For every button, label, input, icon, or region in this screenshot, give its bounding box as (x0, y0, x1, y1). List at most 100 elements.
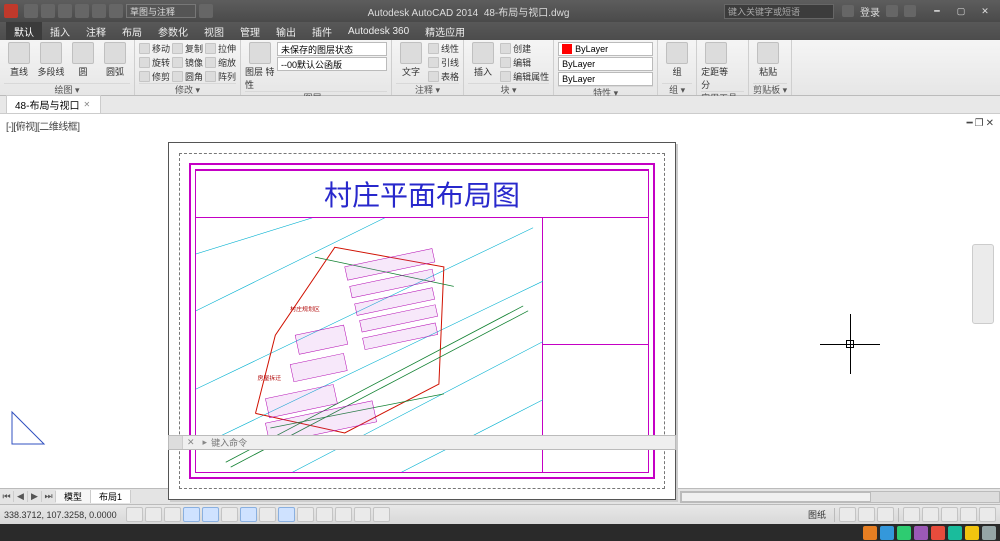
ribbon-tab-4[interactable]: 参数化 (150, 22, 196, 40)
layout-tab-1[interactable]: 布局1 (91, 490, 131, 503)
qprops-icon[interactable] (335, 507, 352, 522)
layerprops-button[interactable]: 图层 特性 (245, 42, 275, 91)
ribbon-tab-0[interactable]: 默认 (6, 22, 42, 40)
help-icon[interactable] (904, 5, 916, 17)
window-maximize-button[interactable]: ▢ (950, 4, 972, 18)
close-icon[interactable]: ✕ (83, 100, 90, 109)
insert-button[interactable]: 插入 (468, 42, 498, 78)
edit-button[interactable]: 编辑 (500, 56, 549, 69)
tray-icon-4[interactable] (931, 526, 945, 540)
leader-button[interactable]: 引线 (428, 56, 459, 69)
ribbon-tab-8[interactable]: 插件 (304, 22, 340, 40)
linear-button[interactable]: 线性 (428, 42, 459, 55)
tpy-icon[interactable] (316, 507, 333, 522)
gridmode-icon[interactable] (145, 507, 162, 522)
tray-icon-7[interactable] (982, 526, 996, 540)
snapmode-icon[interactable] (126, 507, 143, 522)
fillet-button[interactable]: 圆角 (172, 70, 203, 83)
horizontal-scrollbar[interactable] (680, 491, 1000, 503)
tray-icon-1[interactable] (880, 526, 894, 540)
window-close-button[interactable]: ✕ (974, 4, 996, 18)
layout-nav-first-icon[interactable]: ⏮ (0, 491, 14, 502)
tray-icon-6[interactable] (965, 526, 979, 540)
coordinates-readout[interactable]: 338.3712, 107.3258, 0.0000 (4, 510, 124, 520)
3dosnap-icon[interactable] (221, 507, 238, 522)
infocenter-icon[interactable] (842, 5, 854, 17)
measure-button[interactable]: 定距等分 (701, 42, 731, 91)
help-search[interactable]: 键入关键字或短语 (724, 4, 834, 19)
cleanscreen-icon[interactable] (979, 507, 996, 522)
qat-redo-icon[interactable] (92, 4, 106, 18)
viewport-controls[interactable]: [-][俯视][二维线框] (6, 118, 80, 133)
toolbar-lock-icon[interactable] (922, 507, 939, 522)
hardware-icon[interactable] (941, 507, 958, 522)
ribbon-tab-2[interactable]: 注释 (78, 22, 114, 40)
ribbon-tab-1[interactable]: 插入 (42, 22, 78, 40)
ws-switch-icon[interactable] (903, 507, 920, 522)
window-minimize-button[interactable]: ━ (926, 4, 948, 18)
qat-more-icon[interactable] (199, 4, 213, 18)
scale-button[interactable]: 缩放 (205, 56, 236, 69)
layout-nav-prev-icon[interactable]: ◀ (14, 491, 28, 502)
lwt-icon[interactable] (297, 507, 314, 522)
stretch-button[interactable]: 拉伸 (205, 42, 236, 55)
ribbon-tab-5[interactable]: 视图 (196, 22, 232, 40)
table-button[interactable]: 表格 (428, 70, 459, 83)
combo-5-2[interactable]: ByLayer (558, 72, 653, 86)
arc-button[interactable]: 圆弧 (100, 42, 130, 78)
group-button[interactable]: 组 (662, 42, 692, 78)
editattr-button[interactable]: 编辑属性 (500, 70, 549, 83)
ribbon-tab-9[interactable]: Autodesk 360 (340, 22, 417, 40)
workspace[interactable]: [-][俯视][二维线框] ━ ❐ ✕ 村庄平面布局图 (0, 114, 1000, 488)
ucs-icon[interactable] (8, 408, 48, 448)
tray-icon-0[interactable] (863, 526, 877, 540)
move-button[interactable]: 移动 (139, 42, 170, 55)
ribbon-tab-10[interactable]: 精选应用 (417, 22, 473, 40)
qat-save-icon[interactable] (58, 4, 72, 18)
mirror-button[interactable]: 镜像 (172, 56, 203, 69)
text-button[interactable]: 文字 (396, 42, 426, 78)
combo-2-0[interactable]: 未保存的图层状态 (277, 42, 387, 56)
qat-new-icon[interactable] (24, 4, 38, 18)
annomon-icon[interactable] (373, 507, 390, 522)
doc-min-icon[interactable]: ━ (967, 118, 973, 129)
annoauto-icon[interactable] (877, 507, 894, 522)
doc-close-icon[interactable]: ✕ (986, 118, 994, 129)
ducs-icon[interactable] (259, 507, 276, 522)
exchange-icon[interactable] (886, 5, 898, 17)
ribbon-tab-3[interactable]: 布局 (114, 22, 150, 40)
create-button[interactable]: 创建 (500, 42, 549, 55)
layout-nav-next-icon[interactable]: ▶ (28, 491, 42, 502)
osnap-icon[interactable] (202, 507, 219, 522)
drawing-tab[interactable]: 48-布局与视口 ✕ (6, 95, 101, 113)
combo-5-0[interactable]: ByLayer (558, 42, 653, 56)
combo-2-1[interactable]: --00默认公函版 (277, 57, 387, 71)
orthomode-icon[interactable] (164, 507, 181, 522)
layout-nav-last-icon[interactable]: ⏭ (42, 491, 56, 502)
qat-workspace-combo[interactable]: 草图与注释 (126, 4, 196, 18)
polyline-button[interactable]: 多段线 (36, 42, 66, 78)
cmd-close-icon[interactable]: ✕ (183, 437, 199, 448)
trim-button[interactable]: 修剪 (139, 70, 170, 83)
paste-button[interactable]: 粘贴 (753, 42, 783, 78)
line-button[interactable]: 直线 (4, 42, 34, 78)
circle-button[interactable]: 圆 (68, 42, 98, 78)
isolate-icon[interactable] (960, 507, 977, 522)
array-button[interactable]: 阵列 (205, 70, 236, 83)
ribbon-tab-6[interactable]: 管理 (232, 22, 268, 40)
tray-icon-3[interactable] (914, 526, 928, 540)
viewport-main[interactable]: 房屋拆迁 村庄规划区 (196, 218, 543, 472)
annovis-icon[interactable] (858, 507, 875, 522)
qat-open-icon[interactable] (41, 4, 55, 18)
navigation-bar[interactable] (972, 244, 994, 324)
login-link[interactable]: 登录 (860, 4, 880, 19)
rotate-button[interactable]: 旋转 (139, 56, 170, 69)
selcycle-icon[interactable] (354, 507, 371, 522)
command-line[interactable]: ✕ ▸ (168, 435, 676, 450)
ribbon-tab-7[interactable]: 输出 (268, 22, 304, 40)
copy-button[interactable]: 复制 (172, 42, 203, 55)
combo-5-1[interactable]: ByLayer (558, 57, 653, 71)
otrack-icon[interactable] (240, 507, 257, 522)
qat-undo-icon[interactable] (75, 4, 89, 18)
paperspace-label[interactable]: 图纸 (804, 508, 830, 521)
